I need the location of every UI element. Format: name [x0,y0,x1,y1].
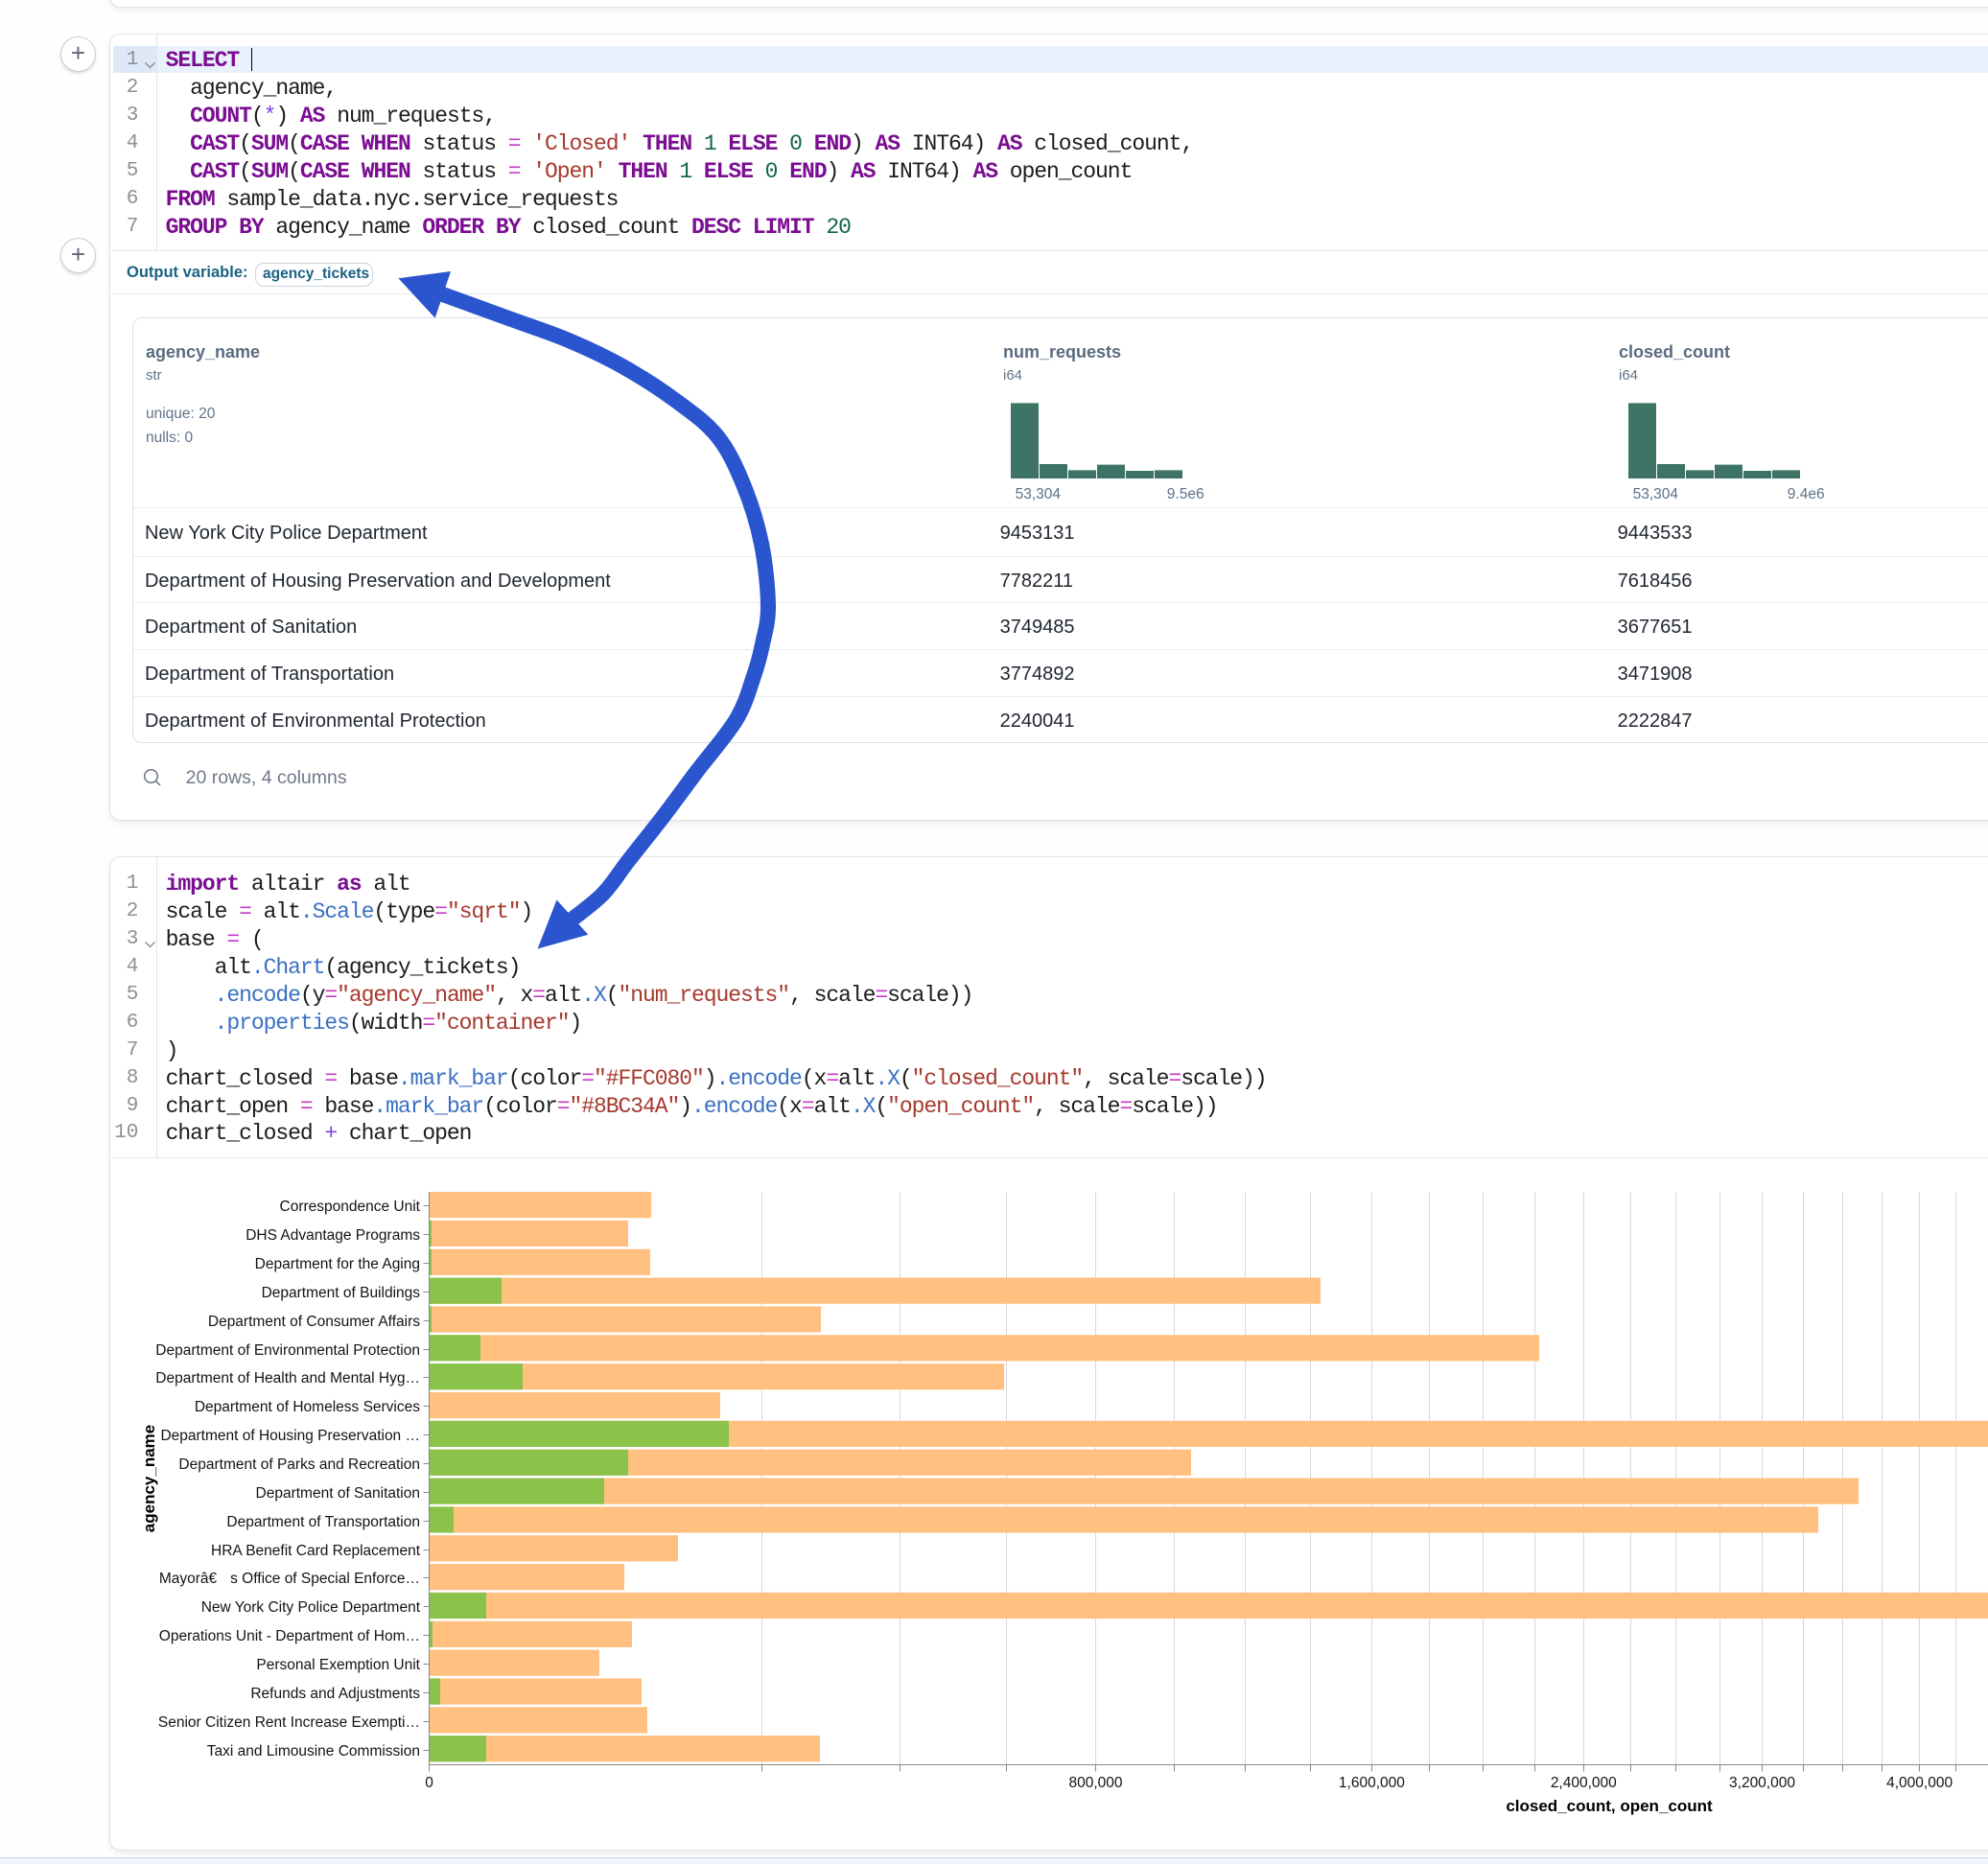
svg-text:New York City Police Departmen: New York City Police Department [201,1599,421,1616]
svg-text:Personal Exemption Unit: Personal Exemption Unit [256,1657,420,1673]
svg-text:Mayorâ€s Office of Special Enf: Mayorâ€s Office of Special Enforce… [159,1571,420,1587]
svg-text:Department of Transportation: Department of Transportation [226,1514,420,1530]
svg-text:1,600,000: 1,600,000 [1339,1775,1405,1791]
svg-text:3,200,000: 3,200,000 [1729,1775,1795,1791]
svg-text:4,000,000: 4,000,000 [1886,1775,1953,1791]
svg-text:DHS Advantage Programs: DHS Advantage Programs [246,1227,420,1244]
svg-text:agency_name: agency_name [140,1425,158,1532]
svg-text:2,400,000: 2,400,000 [1551,1775,1617,1791]
svg-text:Department of Homeless Service: Department of Homeless Services [195,1399,420,1415]
svg-text:Taxi and Limousine Commission: Taxi and Limousine Commission [207,1743,420,1759]
svg-text:Department of Health and Menta: Department of Health and Mental Hyg… [155,1370,420,1386]
svg-text:800,000: 800,000 [1068,1775,1122,1791]
svg-text:Department of Environmental Pr: Department of Environmental Protection [155,1342,420,1359]
svg-text:Department of Consumer Affairs: Department of Consumer Affairs [208,1314,420,1330]
svg-text:Senior Citizen Rent Increase E: Senior Citizen Rent Increase Exempti… [158,1714,420,1731]
svg-text:Refunds and Adjustments: Refunds and Adjustments [250,1686,420,1702]
svg-text:Department of Buildings: Department of Buildings [262,1285,421,1301]
svg-text:Department for the Aging: Department for the Aging [255,1256,420,1272]
svg-text:Department of Sanitation: Department of Sanitation [256,1485,420,1502]
svg-text:Department of Parks and Recrea: Department of Parks and Recreation [178,1456,420,1473]
svg-text:0: 0 [425,1775,433,1791]
svg-text:HRA Benefit Card Replacement: HRA Benefit Card Replacement [211,1543,421,1559]
svg-text:closed_count, open_count: closed_count, open_count [1506,1797,1713,1815]
svg-text:Operations Unit - Department o: Operations Unit - Department of Hom… [159,1628,420,1644]
svg-text:Department of Housing Preserva: Department of Housing Preservation … [160,1428,420,1444]
svg-text:Correspondence Unit: Correspondence Unit [280,1199,421,1215]
